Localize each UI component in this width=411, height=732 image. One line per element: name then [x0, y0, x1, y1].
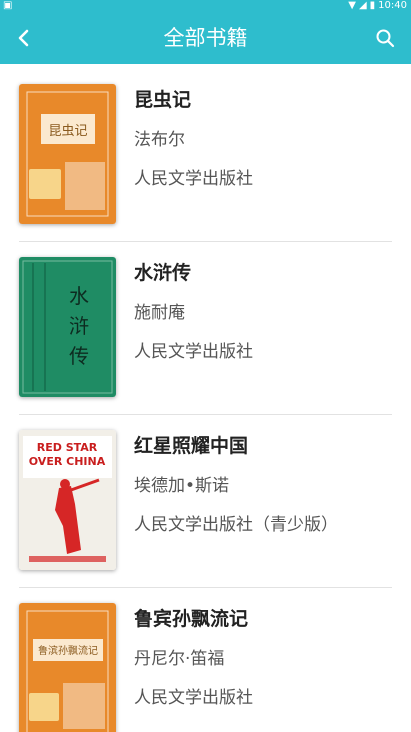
book-cover: 水 浒 传 — [19, 257, 116, 397]
book-title: 鲁宾孙飘流记 — [134, 608, 249, 630]
svg-text:RED STAR: RED STAR — [37, 441, 98, 454]
signal-icon: ◢ — [358, 0, 367, 11]
back-button[interactable] — [8, 22, 40, 54]
chevron-left-icon — [18, 29, 29, 47]
book-item[interactable]: 鲁滨孙飘流记 鲁宾孙飘流记 丹尼尔·笛福 人民文学出版社 — [0, 585, 411, 732]
app-bar: 全部书籍 — [0, 12, 411, 64]
search-button[interactable] — [369, 22, 401, 54]
book-publisher: 人民文学出版社 — [134, 169, 253, 189]
book-item[interactable]: 昆虫记 昆虫记 法布尔 人民文学出版社 — [0, 66, 411, 242]
svg-text:水: 水 — [69, 284, 89, 308]
search-icon — [376, 29, 395, 48]
svg-text:传: 传 — [69, 344, 89, 368]
svg-text:OVER CHINA: OVER CHINA — [29, 455, 106, 468]
book-title: 水浒传 — [134, 262, 192, 284]
book-publisher: 人民文学出版社 — [134, 688, 253, 708]
page-title: 全部书籍 — [163, 26, 248, 50]
notification-icon: ▣ — [3, 0, 13, 11]
svg-text:鲁滨孙飘流记: 鲁滨孙飘流记 — [38, 644, 98, 657]
status-bar: ▣ ▼ ◢ ▮ 10:40 — [0, 0, 411, 12]
book-author: 施耐庵 — [134, 303, 185, 323]
status-time: 10:40 — [378, 0, 407, 11]
book-cover: 鲁滨孙飘流记 — [19, 603, 116, 732]
book-author: 丹尼尔·笛福 — [134, 649, 225, 669]
svg-text:浒: 浒 — [69, 314, 89, 338]
book-author: 法布尔 — [134, 130, 185, 150]
book-publisher: 人民文学出版社 — [134, 342, 253, 362]
book-item[interactable]: 水 浒 传 水浒传 施耐庵 人民文学出版社 — [0, 239, 411, 415]
book-title: 红星照耀中国 — [134, 435, 249, 457]
book-title: 昆虫记 — [134, 89, 192, 111]
svg-text:昆虫记: 昆虫记 — [48, 124, 87, 139]
book-cover: RED STAR OVER CHINA — [19, 430, 116, 570]
book-publisher: 人民文学出版社（青少版） — [134, 515, 338, 535]
wifi-icon: ▼ — [348, 0, 356, 11]
battery-icon: ▮ — [369, 0, 376, 11]
book-cover: 昆虫记 — [19, 84, 116, 224]
book-author: 埃德加•斯诺 — [134, 476, 230, 496]
status-indicators: ▼ ◢ ▮ 10:40 — [348, 0, 407, 12]
book-list[interactable]: 昆虫记 昆虫记 法布尔 人民文学出版社 水 浒 传 水浒传 施耐庵 人民文学出版… — [0, 64, 411, 732]
book-item[interactable]: RED STAR OVER CHINA 红星照耀中国 埃德加•斯诺 人民文学出版… — [0, 412, 411, 588]
